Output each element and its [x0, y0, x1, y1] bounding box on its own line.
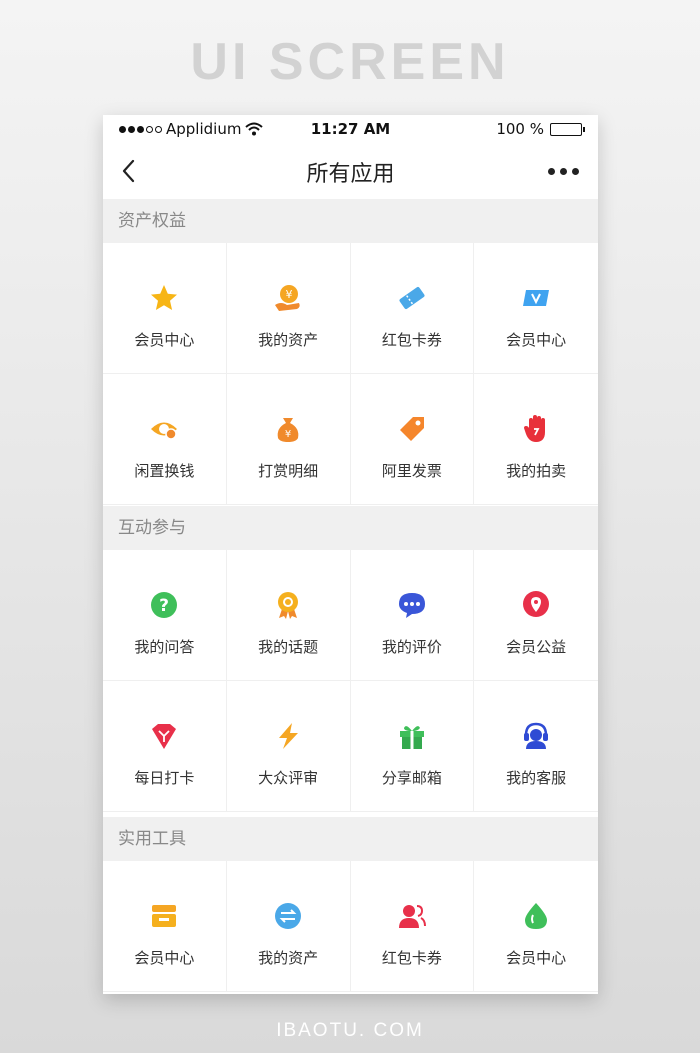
star-icon [151, 285, 178, 310]
section-header-assets: 资产权益 [103, 199, 598, 243]
app-label: 我的问答 [134, 638, 195, 656]
app-label: 会员公益 [506, 638, 567, 656]
app-label: 会员中心 [506, 331, 567, 349]
app-tile[interactable]: 红包卡券 [350, 243, 475, 374]
app-tile[interactable]: 我的资产 [226, 861, 351, 992]
phone-screen: Applidium 11:27 AM 100 % 所有应用 资产权益 会员中心 … [103, 115, 598, 994]
section-header-interaction: 互动参与 [103, 506, 598, 550]
tag-icon [399, 417, 424, 441]
app-label: 阿里发票 [381, 462, 442, 480]
app-tile[interactable]: 每日打卡 [103, 681, 227, 812]
app-tile[interactable]: ¥ 打赏明细 [226, 374, 351, 505]
section-grid-tools: 会员中心 我的资产 红包卡券 会员中心 [103, 861, 598, 992]
app-tile[interactable]: 会员公益 [474, 550, 598, 681]
vip-card-icon [523, 290, 550, 306]
lightning-icon [279, 723, 299, 749]
app-label: 会员中心 [134, 949, 195, 967]
section-grid-interaction: ? 我的问答 我的话题 我的评价 会员公益 每日打卡 大众评审 分享邮箱 我的客… [103, 550, 598, 812]
app-label: 我的资产 [258, 949, 319, 967]
page-title: 所有应用 [306, 162, 395, 187]
app-tile[interactable]: 闲置换钱 [103, 374, 227, 505]
app-label: 红包卡券 [381, 949, 442, 967]
section-grid-assets: 会员中心 ¥ 我的资产 红包卡券 会员中心 闲置换钱 ¥ 打赏明细 阿里发票 我… [103, 243, 598, 505]
app-label: 我的客服 [506, 769, 567, 787]
auction-hand-icon [524, 415, 546, 442]
drop-icon [525, 903, 548, 929]
users-icon [398, 905, 426, 928]
footer-watermark: IBAOTU. COM [276, 1020, 424, 1041]
svg-text:¥: ¥ [286, 288, 293, 301]
app-label: 红包卡券 [381, 331, 442, 349]
headset-icon [524, 722, 549, 749]
navigation-bar: 所有应用 [103, 143, 598, 199]
app-tile[interactable]: ? 我的问答 [103, 550, 227, 681]
app-tile[interactable]: 我的拍卖 [474, 374, 598, 505]
app-tile[interactable]: 红包卡券 [350, 861, 475, 992]
app-tile[interactable]: 会员中心 [103, 243, 227, 374]
medal-icon [278, 592, 299, 619]
exchange-icon [275, 903, 302, 929]
battery-icon [550, 122, 585, 136]
app-tile[interactable]: 大众评审 [226, 681, 351, 812]
hand-coin-icon: ¥ [275, 285, 300, 311]
app-label: 我的话题 [258, 638, 319, 656]
app-tile[interactable]: 分享邮箱 [350, 681, 475, 812]
app-label: 我的拍卖 [506, 462, 567, 480]
app-tile[interactable]: 会员中心 [474, 861, 598, 992]
question-icon: ? [151, 592, 178, 618]
app-tile[interactable]: 我的客服 [474, 681, 598, 812]
app-label: 会员中心 [134, 331, 195, 349]
app-label: 会员中心 [506, 949, 567, 967]
ticket-icon [399, 286, 425, 310]
app-label: 闲置换钱 [134, 462, 195, 480]
diamond-icon [152, 724, 177, 749]
money-bag-icon: ¥ [277, 418, 299, 442]
svg-text:¥: ¥ [285, 429, 291, 440]
eye-coin-icon [151, 422, 178, 440]
gift-icon [399, 726, 424, 749]
banner-title: UI SCREEN [190, 33, 510, 91]
app-tile[interactable]: 会员中心 [103, 861, 227, 992]
more-icon[interactable] [548, 161, 584, 181]
battery-group: 100 % [496, 120, 585, 138]
app-tile[interactable]: 阿里发票 [350, 374, 475, 505]
app-label: 每日打卡 [134, 769, 195, 787]
app-tile[interactable]: 我的评价 [350, 550, 475, 681]
location-pin-icon [523, 591, 550, 617]
svg-text:?: ? [159, 596, 169, 616]
app-tile[interactable]: ¥ 我的资产 [226, 243, 351, 374]
wallet-icon [152, 905, 177, 927]
app-tile[interactable]: 会员中心 [474, 243, 598, 374]
app-label: 我的资产 [258, 331, 319, 349]
status-bar: Applidium 11:27 AM 100 % [103, 115, 598, 143]
app-label: 分享邮箱 [381, 769, 442, 787]
app-tile[interactable]: 我的话题 [226, 550, 351, 681]
app-label: 我的评价 [381, 638, 442, 656]
battery-label: 100 % [496, 120, 544, 138]
app-label: 打赏明细 [258, 462, 319, 480]
app-label: 大众评审 [258, 769, 319, 787]
section-header-tools: 实用工具 [103, 817, 598, 861]
chat-bubble-icon [398, 593, 425, 618]
